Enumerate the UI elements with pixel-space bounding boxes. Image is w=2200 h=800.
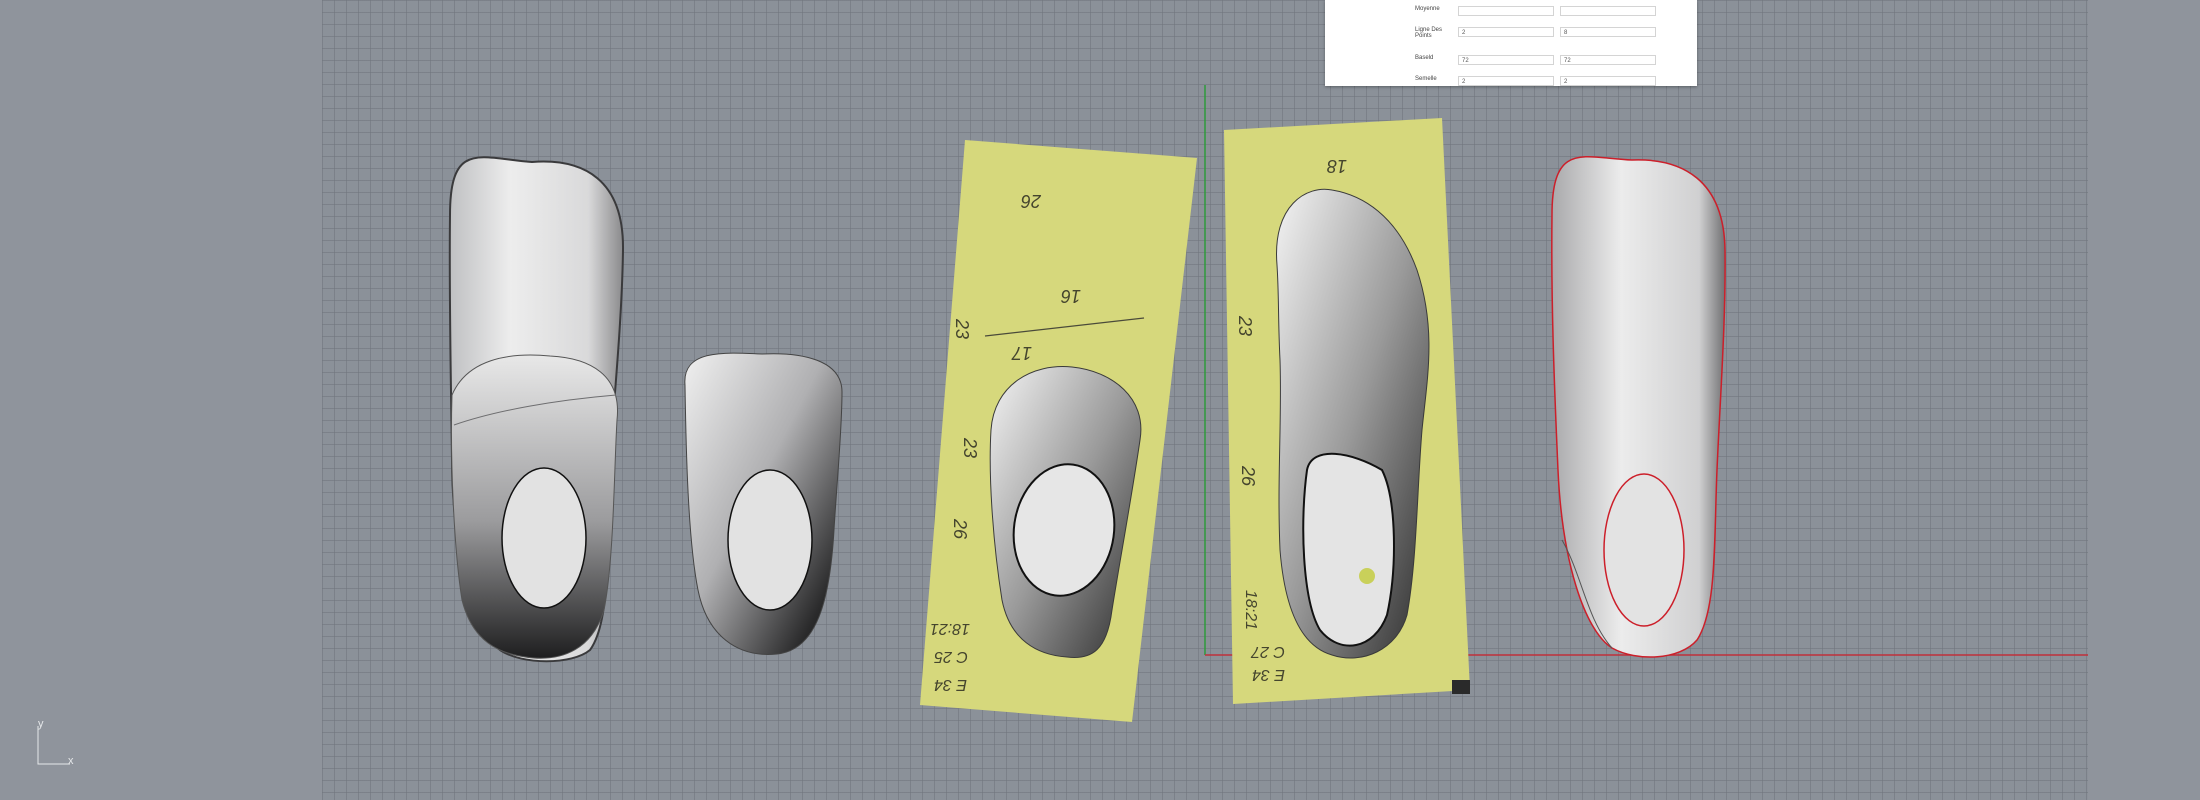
scan-right[interactable]: 18 23 26 18:21 E 34 C 27 xyxy=(1224,118,1470,704)
scan-left[interactable]: 26 16 17 23 23 26 E 34 C 25 18:21 xyxy=(920,140,1197,722)
scan-left-mark-4: 23 xyxy=(952,318,972,339)
scan-left-mark-1: 26 xyxy=(1020,191,1042,211)
prop-field-a[interactable]: 2 xyxy=(1458,27,1554,37)
scan-left-mark-7: E 34 xyxy=(934,676,967,693)
viewport-scene[interactable]: 26 16 17 23 23 26 E 34 C 25 18:21 18 23 … xyxy=(322,0,2088,800)
insole-1-heel-opening xyxy=(501,467,587,609)
prop-label: Baseld xyxy=(1415,55,1434,61)
scan-left-mark-6: 26 xyxy=(950,518,970,540)
prop-row-ligne: Ligne Des Points 2 8 xyxy=(1415,25,1690,41)
scan-left-mark-9: 18:21 xyxy=(930,620,970,637)
axis-gizmo-icon: y x xyxy=(32,718,92,772)
selected-insole-heel-opening xyxy=(1603,473,1685,627)
prop-field-b[interactable]: 2 xyxy=(1560,76,1656,86)
insole-model-1[interactable] xyxy=(448,156,625,663)
properties-panel[interactable]: Moyenne Ligne Des Points 2 8 Baseld 72 7… xyxy=(1325,0,1697,86)
prop-label: Semelle xyxy=(1415,76,1437,82)
scan-right-marker xyxy=(1359,568,1375,584)
prop-field-a[interactable]: 2 xyxy=(1458,76,1554,86)
prop-field-b[interactable]: 72 xyxy=(1560,55,1656,65)
scan-left-mark-5: 23 xyxy=(960,437,980,458)
scan-right-mark-6: C 27 xyxy=(1250,643,1285,660)
3d-viewport[interactable]: 26 16 17 23 23 26 E 34 C 25 18:21 18 23 … xyxy=(322,0,2088,800)
scan-right-mark-5: E 34 xyxy=(1252,666,1285,683)
axis-x-label: x xyxy=(68,755,74,767)
scan-left-mark-3: 17 xyxy=(1011,343,1032,363)
prop-field-a[interactable] xyxy=(1458,6,1554,16)
scan-right-mark-2: 23 xyxy=(1235,315,1255,336)
scan-left-mark-8: C 25 xyxy=(934,648,968,665)
heel-cup-model[interactable] xyxy=(684,352,843,655)
prop-field-a[interactable]: 72 xyxy=(1458,55,1554,65)
heel-cup-opening xyxy=(727,469,813,611)
scan-left-mark-2: 16 xyxy=(1060,286,1081,306)
prop-row-moyenne: Moyenne xyxy=(1415,4,1690,20)
scan-right-mark-3: 26 xyxy=(1238,465,1258,487)
prop-field-b[interactable] xyxy=(1560,6,1656,16)
left-margin xyxy=(0,0,322,800)
axis-y-label: y xyxy=(38,718,44,730)
insole-model-selected[interactable] xyxy=(1551,156,1726,658)
scan-right-mark-1: 18 xyxy=(1327,156,1347,176)
prop-field-b[interactable]: 8 xyxy=(1560,27,1656,37)
prop-row-baseld: Baseld 72 72 xyxy=(1415,53,1690,69)
prop-label: Moyenne xyxy=(1415,6,1440,12)
prop-label: Ligne Des Points xyxy=(1415,27,1443,39)
prop-row-semelle: Semelle 2 2 xyxy=(1415,74,1690,90)
scan-right-mark-4: 18:21 xyxy=(1242,590,1259,630)
right-margin xyxy=(2088,0,2200,800)
